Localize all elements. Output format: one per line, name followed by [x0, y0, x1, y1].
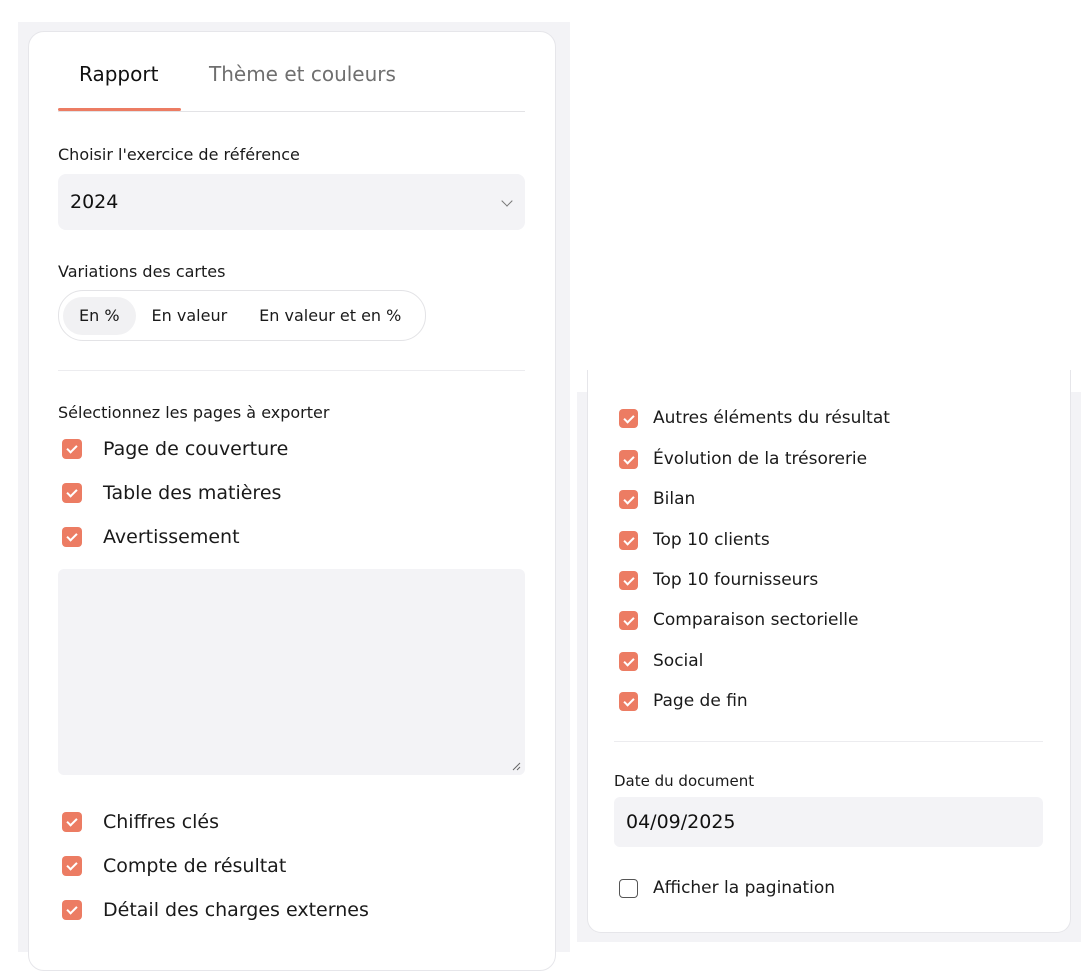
- section-divider: [58, 370, 525, 371]
- variation-option-percent[interactable]: En %: [63, 296, 136, 335]
- exercise-select[interactable]: 2024: [58, 174, 525, 230]
- exercise-label: Choisir l'exercice de référence: [58, 145, 300, 164]
- tab-theme-colors[interactable]: Thème et couleurs: [209, 62, 396, 86]
- checkbox-compte-de-resultat[interactable]: Compte de résultat: [62, 855, 286, 877]
- checkbox-label: Compte de résultat: [103, 855, 287, 877]
- checkbox-label: Afficher la pagination: [653, 878, 836, 898]
- checkbox-unchecked-icon: [619, 878, 638, 898]
- checkbox-comparaison-sectorielle[interactable]: Comparaison sectorielle: [619, 610, 858, 630]
- checkbox-top-10-fournisseurs[interactable]: Top 10 fournisseurs: [619, 570, 818, 590]
- checkbox-afficher-pagination[interactable]: Afficher la pagination: [619, 878, 835, 898]
- checkbox-checked-icon: [619, 651, 638, 671]
- warning-textarea[interactable]: [58, 569, 525, 775]
- checkbox-checked-icon: [62, 856, 82, 876]
- checkbox-checked-icon: [619, 691, 638, 711]
- checkbox-checked-icon: [619, 610, 638, 630]
- checkbox-checked-icon: [619, 489, 638, 509]
- checkbox-page-de-couverture[interactable]: Page de couverture: [62, 438, 288, 460]
- checkbox-label: Détail des charges externes: [103, 899, 369, 921]
- checkbox-chiffres-cles[interactable]: Chiffres clés: [62, 811, 219, 833]
- chevron-down-icon: [501, 195, 513, 207]
- checkbox-label: Top 10 clients: [653, 530, 770, 550]
- checkbox-label: Autres éléments du résultat: [653, 408, 890, 428]
- checkbox-label: Page de fin: [653, 691, 748, 711]
- checkbox-table-des-matieres[interactable]: Table des matières: [62, 482, 281, 504]
- checkbox-label: Social: [653, 651, 704, 671]
- checkbox-label: Avertissement: [103, 526, 240, 548]
- checkbox-page-de-fin[interactable]: Page de fin: [619, 691, 748, 711]
- checkbox-avertissement[interactable]: Avertissement: [62, 526, 240, 548]
- checkbox-checked-icon: [619, 408, 638, 428]
- section-divider: [614, 741, 1043, 742]
- checkbox-label: Table des matières: [103, 482, 282, 504]
- checkbox-checked-icon: [62, 483, 82, 503]
- checkbox-checked-icon: [62, 900, 82, 920]
- checkbox-label: Top 10 fournisseurs: [653, 570, 819, 590]
- checkbox-top-10-clients[interactable]: Top 10 clients: [619, 530, 770, 550]
- variation-option-value-and-percent[interactable]: En valeur et en %: [243, 297, 417, 335]
- checkbox-label: Page de couverture: [103, 438, 289, 460]
- checkbox-bilan[interactable]: Bilan: [619, 489, 695, 509]
- pages-label: Sélectionnez les pages à exporter: [58, 403, 330, 422]
- variation-option-value[interactable]: En valeur: [136, 297, 244, 335]
- checkbox-checked-icon: [619, 449, 638, 469]
- checkbox-evolution-tresorerie[interactable]: Évolution de la trésorerie: [619, 449, 867, 469]
- checkbox-checked-icon: [619, 570, 638, 590]
- checkbox-detail-charges-externes[interactable]: Détail des charges externes: [62, 899, 369, 921]
- document-date-input[interactable]: 04/09/2025: [614, 797, 1043, 847]
- variations-segmented-control: En % En valeur En valeur et en %: [58, 290, 426, 341]
- checkbox-checked-icon: [62, 439, 82, 459]
- checkbox-label: Chiffres clés: [103, 811, 220, 833]
- checkbox-label: Comparaison sectorielle: [653, 610, 859, 630]
- document-date-label: Date du document: [614, 772, 755, 790]
- checkbox-label: Bilan: [653, 489, 696, 509]
- checkbox-checked-icon: [62, 812, 82, 832]
- checkbox-label: Évolution de la trésorerie: [653, 449, 868, 469]
- tabs-divider: [58, 111, 525, 112]
- tab-rapport[interactable]: Rapport: [79, 62, 158, 86]
- active-tab-indicator: [58, 108, 181, 111]
- variations-label: Variations des cartes: [58, 262, 226, 281]
- resize-grip-icon[interactable]: [511, 761, 521, 771]
- checkbox-social[interactable]: Social: [619, 651, 703, 671]
- checkbox-autres-elements-resultat[interactable]: Autres éléments du résultat: [619, 408, 890, 428]
- exercise-value: 2024: [70, 191, 119, 213]
- checkbox-checked-icon: [619, 530, 638, 550]
- checkbox-checked-icon: [62, 527, 82, 547]
